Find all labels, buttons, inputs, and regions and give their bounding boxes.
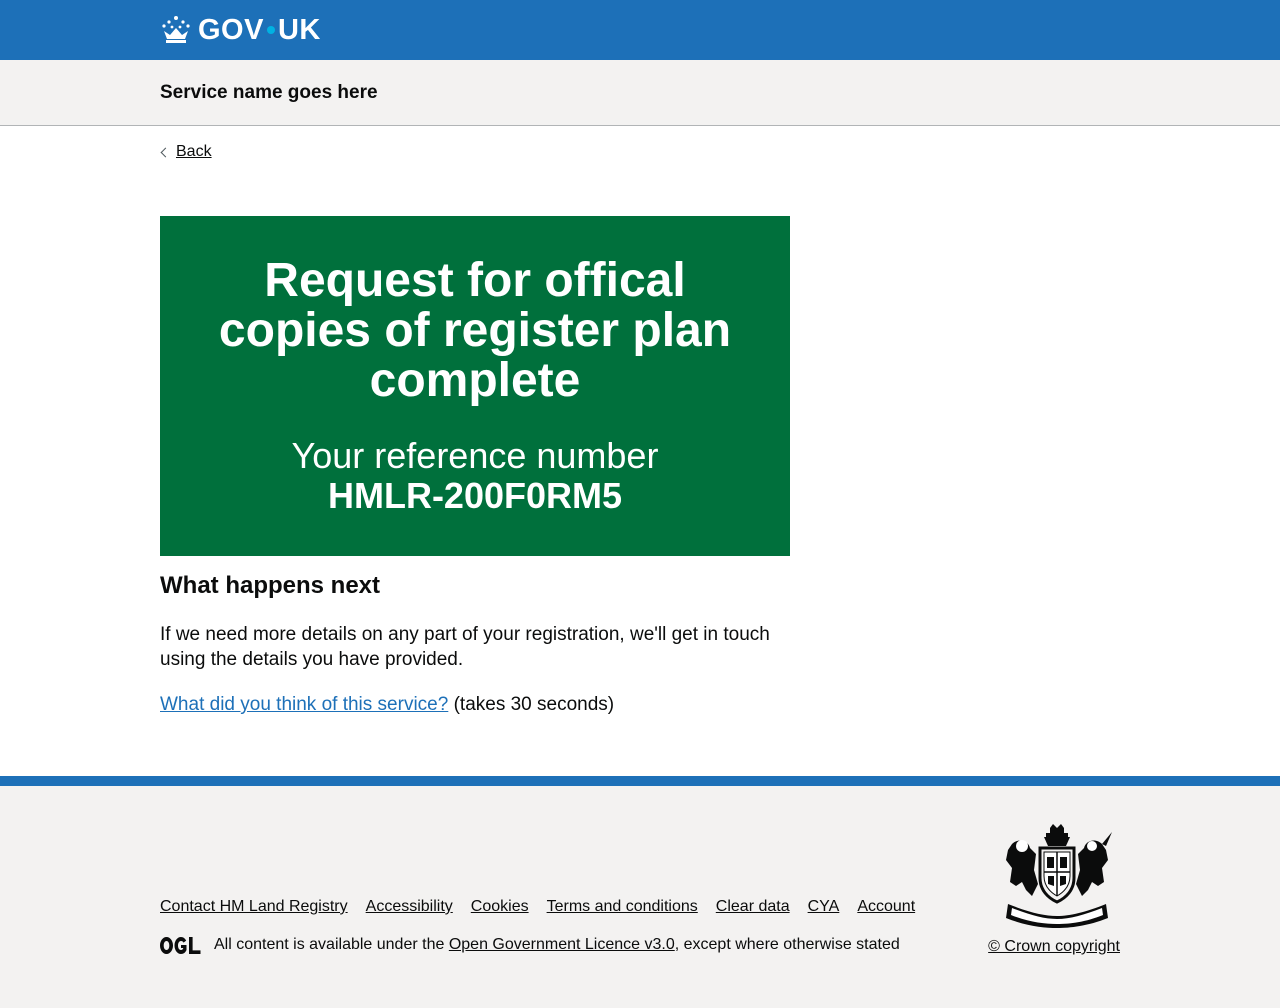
- main-content: Back Request for offical copies of regis…: [0, 126, 1280, 776]
- reference-number: HMLR-200F0RM5: [327, 475, 623, 516]
- footer-link-clear-data[interactable]: Clear data: [716, 898, 790, 916]
- licence-link[interactable]: Open Government Licence v3.0: [449, 936, 675, 954]
- crown-copyright-link[interactable]: © Crown copyright: [988, 938, 1120, 956]
- footer-link-cookies[interactable]: Cookies: [471, 898, 529, 916]
- licence-suffix: , except where otherwise stated: [674, 936, 900, 953]
- footer-links: Contact HM Land Registry Accessibility C…: [160, 898, 933, 916]
- royal-coat-of-arms-icon: [1006, 824, 1112, 928]
- govuk-logo-text: GOV UK: [198, 14, 321, 47]
- service-name[interactable]: Service name goes here: [160, 82, 378, 104]
- feedback-suffix: (takes 30 seconds): [448, 694, 615, 715]
- back-link[interactable]: Back: [160, 143, 212, 161]
- feedback-link[interactable]: What did you think of this service?: [160, 694, 448, 715]
- confirmation-panel: Request for offical copies of register p…: [160, 216, 790, 556]
- govuk-footer: Contact HM Land Registry Accessibility C…: [0, 776, 1280, 1008]
- footer-link-cya[interactable]: CYA: [808, 898, 840, 916]
- logo-text-uk: UK: [277, 13, 321, 46]
- licence-prefix: All content is available under the: [214, 936, 445, 953]
- feedback-paragraph: What did you think of this service? (tak…: [160, 692, 614, 717]
- back-link-label: Back: [176, 143, 212, 160]
- govuk-logo-link[interactable]: GOV UK: [160, 14, 321, 47]
- crown-icon: [162, 16, 190, 43]
- footer-link-contact[interactable]: Contact HM Land Registry: [160, 898, 348, 916]
- reference-label: Your reference number: [291, 435, 659, 476]
- chevron-left-icon: [160, 147, 171, 157]
- footer-link-accessibility[interactable]: Accessibility: [366, 898, 453, 916]
- what-happens-next-heading: What happens next: [160, 572, 381, 599]
- logo-text-gov: GOV: [198, 13, 264, 46]
- panel-title: Request for offical copies of register p…: [218, 254, 732, 407]
- footer-link-account[interactable]: Account: [857, 898, 915, 916]
- ogl-logo-icon: [160, 936, 201, 954]
- panel-body: Your reference number HMLR-200F0RM5: [160, 436, 790, 516]
- govuk-header: GOV UK: [0, 0, 1280, 60]
- footer-link-terms[interactable]: Terms and conditions: [547, 898, 698, 916]
- service-navigation: Service name goes here: [0, 60, 1280, 126]
- logo-dot: [266, 26, 275, 34]
- what-happens-next-body: If we need more details on any part of y…: [160, 624, 770, 670]
- footer-licence: All content is available under the Open …: [160, 936, 900, 954]
